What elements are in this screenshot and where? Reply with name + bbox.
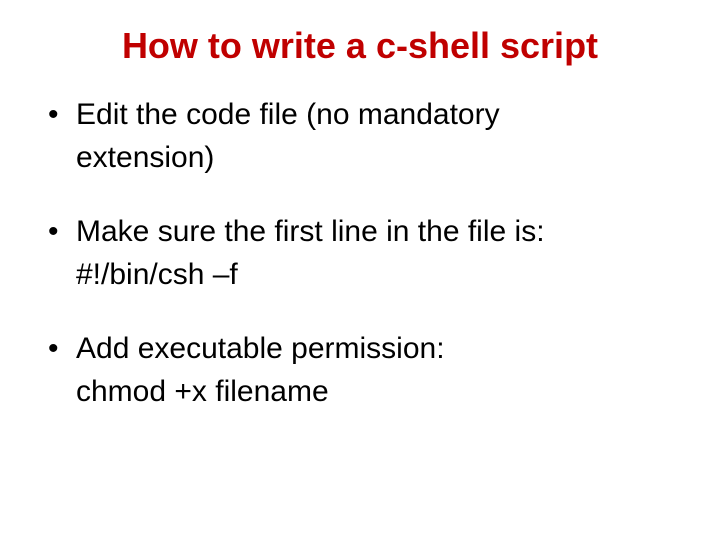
bullet-text-line1: Edit the code file (no mandatory [76, 98, 500, 131]
bullet-list: Edit the code file (no mandatory extensi… [40, 95, 680, 412]
slide-title: How to write a c-shell script [40, 24, 680, 67]
bullet-text-line2: chmod +x filename [76, 372, 680, 413]
bullet-text-line2: extension) [76, 138, 680, 179]
slide: How to write a c-shell script Edit the c… [0, 0, 720, 540]
list-item: Add executable permission: chmod +x file… [40, 329, 680, 412]
list-item: Make sure the first line in the file is:… [40, 212, 680, 295]
bullet-text-line1: Make sure the first line in the file is: [76, 215, 545, 248]
bullet-text-line1: Add executable permission: [76, 332, 445, 365]
bullet-text-line2: #!/bin/csh –f [76, 255, 680, 296]
list-item: Edit the code file (no mandatory extensi… [40, 95, 680, 178]
